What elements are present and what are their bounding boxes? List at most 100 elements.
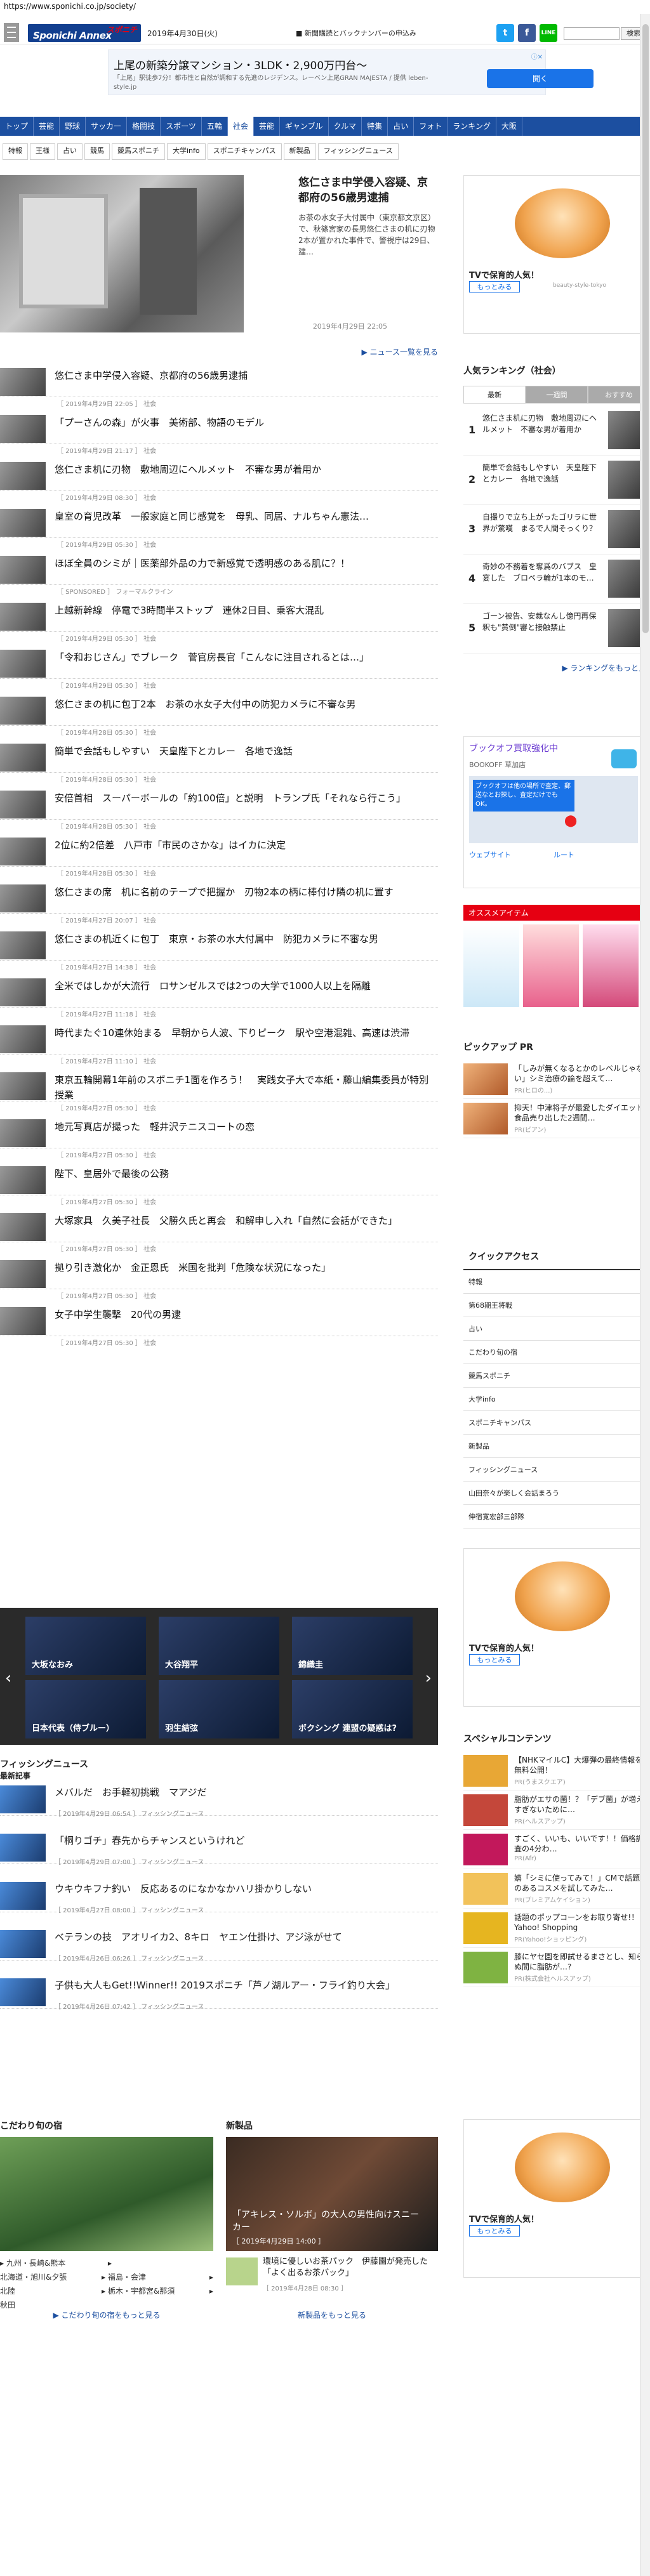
quick-access-item[interactable]: 占い — [463, 1317, 644, 1341]
quick-access-item[interactable]: 山田奈々が楽しく会話まろう — [463, 1482, 644, 1505]
news-item[interactable]: ほぼ全員のシミが｜医薬部外品の力で新感覚で透明感のある肌に？！ ［ SPONSOR… — [0, 556, 438, 596]
news-thumb[interactable] — [0, 1119, 46, 1147]
osusume-item[interactable] — [583, 924, 639, 1007]
fishing-item[interactable]: ベテランの技 アオリイカ2、8キロ ヤエン仕掛け、アジ泳がせて ［ 2019年4月… — [0, 1930, 438, 1962]
gnav-item[interactable]: フォト — [414, 117, 448, 136]
fishing-item[interactable]: 子供も大人もGet!!Winner!! 2019スポニチ「芦ノ湖ルアー・フライ釣… — [0, 1978, 438, 2011]
special-title[interactable]: 嬉「シミに使ってみて！」CMで話題のあるコスメを試してみた… — [514, 1873, 647, 1893]
news-thumb[interactable] — [0, 978, 46, 1006]
fishing-title[interactable]: ベテランの技 アオリイカ2、8キロ ヤエン仕掛け、アジ泳がせて — [55, 1930, 435, 1944]
special-item[interactable]: すごく、いいも、いいです！！価格調査の4分わ… PR(Afr) — [463, 1830, 644, 1869]
news-title[interactable]: 拠り引き激化か 金正恩氏 米国を批判「危険な状況になった」 — [55, 1260, 435, 1275]
news-item[interactable]: 悠仁さま中学侵入容疑、京都府の56歳男逮捕 ［ 2019年4月29日 22:05 … — [0, 368, 438, 408]
news-title[interactable]: 安倍首相 スーパーボールの「約100倍」と説明 トランプ氏「それなら行こう」 — [55, 791, 435, 806]
slider-card[interactable]: 錦織圭 — [292, 1617, 413, 1675]
news-title[interactable]: 悠仁さまの机に包丁2本 お茶の水女子大付中の防犯カメラに不審な男 — [55, 697, 435, 712]
subnav-item[interactable]: スポニチキャンパス — [207, 143, 282, 160]
ranking-title[interactable]: 自撮りで立ち上がったゴリラに世界が驚嘆 まるで人間そっくり？ — [482, 511, 603, 534]
pickup-thumb[interactable] — [463, 1103, 508, 1134]
ranking-title[interactable]: 悠仁さま机に刃物 敷地周辺にヘルメット 不審な男が着用か — [482, 412, 603, 435]
news-title[interactable]: 悠仁さまの机近くに包丁 東京・お茶の水大付属中 防犯カメラに不審な男 — [55, 931, 435, 947]
stay-link[interactable]: 北海道・旭川&夕張 — [0, 2270, 102, 2284]
newproduct-item[interactable]: 環境に優しいお茶パック 伊藤園が発売した「よく出るお茶パック」 — [263, 2256, 438, 2279]
gnav-item[interactable]: 占い — [388, 117, 415, 136]
special-thumb[interactable] — [463, 1794, 508, 1826]
stay-link[interactable]: 栃木・宇都宮&那須 — [108, 2284, 209, 2298]
ranking-item[interactable]: 2 簡単で会話もしやすい 天皇陛下とカレー 各地で逸話 — [463, 456, 650, 505]
news-thumb[interactable] — [0, 415, 46, 443]
news-title[interactable]: ほぼ全員のシミが｜医薬部外品の力で新感覚で透明感のある肌に？！ — [55, 556, 435, 571]
news-item[interactable]: 2位に約2倍差 八戸市「市民のさかな」はイカに決定 ［ 2019年4月28日 05… — [0, 838, 438, 877]
newproduct-thumb[interactable] — [226, 2257, 258, 2285]
special-thumb[interactable] — [463, 1755, 508, 1787]
top-ad-banner[interactable]: 上尾の新築分譲マンション・3LDK・2,900万円台～ 「上尾」駅徒歩7分！都市… — [108, 49, 594, 95]
news-thumb[interactable] — [0, 509, 46, 537]
news-list-link[interactable]: ▶ ニュース一覧を見る — [298, 346, 438, 357]
scrollbar-thumb[interactable] — [642, 24, 649, 633]
ranking-tab[interactable]: 一週間 — [526, 386, 588, 404]
osusume-item[interactable] — [523, 924, 579, 1007]
news-item[interactable]: 地元写真店が撮った 軽井沢テニスコートの恋 ［ 2019年4月27日 05:30 … — [0, 1119, 438, 1159]
fishing-title[interactable]: 「桐りゴチ」春先からチャンスというけれど — [55, 1834, 435, 1848]
ad-open-button[interactable]: 開く — [487, 69, 594, 88]
special-title[interactable]: すごく、いいも、いいです！！価格調査の4分わ… — [514, 1834, 647, 1854]
news-title[interactable]: 大塚家具 久美子社長 父勝久氏と再会 和解申し入れ「自然に会話ができた」 — [55, 1213, 435, 1228]
fishing-title[interactable]: メバルだ お手軽初挑戦 マアジだ — [55, 1785, 435, 1799]
side-ad-2[interactable]: TVで保育的人気！ もっとみる — [463, 1548, 644, 1707]
news-title[interactable]: 上越新幹線 停電で3時間半ストップ 連休2日目、乗客大混乱 — [55, 603, 435, 618]
fishing-thumb[interactable] — [0, 1930, 46, 1958]
news-item[interactable]: 悠仁さまの机に包丁2本 お茶の水女子大付中の防犯カメラに不審な男 ［ 2019年4… — [0, 697, 438, 737]
subnav-item[interactable]: 占い — [57, 143, 83, 160]
quick-access-item[interactable]: 新製品 — [463, 1435, 644, 1458]
ad-close-icon[interactable]: ⓘ✕ — [531, 51, 543, 61]
news-item[interactable]: 悠仁さま机に刃物 敷地周辺にヘルメット 不審な男が着用か ［ 2019年4月29日… — [0, 462, 438, 502]
news-thumb[interactable] — [0, 744, 46, 772]
side-ad-1[interactable]: TVで保育的人気！ もっとみる beauty-style-tokyo — [463, 175, 644, 334]
gnav-item[interactable]: ランキング — [448, 117, 496, 136]
news-thumb[interactable] — [0, 838, 46, 865]
news-item[interactable]: 拠り引き激化か 金正恩氏 米国を批判「危険な状況になった」 ［ 2019年4月27… — [0, 1260, 438, 1300]
stay-link[interactable]: 福島・会津 — [108, 2270, 209, 2284]
hero-title[interactable]: 悠仁さま中学侵入容疑、京都府の56歳男逮捕 — [298, 175, 438, 206]
news-item[interactable]: 陛下、皇居外で最後の公務 ［ 2019年4月27日 05:30 ］ 社会 — [0, 1166, 438, 1206]
news-item[interactable]: 悠仁さまの机近くに包丁 東京・お茶の水大付属中 防犯カメラに不審な男 ［ 2019… — [0, 931, 438, 971]
stay-link[interactable]: 北陸 — [0, 2284, 102, 2298]
pickup-thumb[interactable] — [463, 1063, 508, 1095]
ranking-item[interactable]: 1 悠仁さま机に刃物 敷地周辺にヘルメット 不審な男が着用か — [463, 406, 650, 456]
fishing-thumb[interactable] — [0, 1882, 46, 1910]
quick-access-item[interactable]: スポニチキャンパス — [463, 1411, 644, 1435]
slider-card[interactable]: ボクシング 連盟の疑惑は? — [292, 1680, 413, 1738]
line-icon[interactable]: LINE — [540, 24, 557, 42]
pickup-title[interactable]: 「しみが無くなるとかのレベルじゃない」シミ治療の論を超えて… — [514, 1063, 647, 1084]
news-title[interactable]: 時代またぐ10連休始まる 早朝から人波、下りピーク 駅や空港混雑、高速は渋滞 — [55, 1025, 435, 1041]
subnav-item[interactable]: 特報 — [3, 143, 28, 160]
side-ad-button[interactable]: もっとみる — [469, 1654, 520, 1666]
quick-access-item[interactable]: 伸宿寛宏部三部隊 — [463, 1505, 644, 1528]
fishing-item[interactable]: 「桐りゴチ」春先からチャンスというけれど ［ 2019年4月29日 07:00 ］… — [0, 1834, 438, 1866]
slider-card[interactable]: 羽生結弦 — [159, 1680, 279, 1738]
fishing-thumb[interactable] — [0, 1834, 46, 1862]
news-thumb[interactable] — [0, 1166, 46, 1194]
gnav-item[interactable]: 芸能 — [34, 117, 60, 136]
news-title[interactable]: 皇室の育児改革 一般家庭と同じ感覚を 母乳、同居、ナルちゃん憲法… — [55, 509, 435, 524]
gnav-item[interactable]: 格闘技 — [127, 117, 161, 136]
fishing-thumb[interactable] — [0, 1978, 46, 2006]
news-item[interactable]: 女子中学生襲撃 20代の男逮 ［ 2019年4月27日 05:30 ］ 社会 — [0, 1307, 438, 1347]
fishing-title[interactable]: 子供も大人もGet!!Winner!! 2019スポニチ「芦ノ湖ルアー・フライ釣… — [55, 1978, 435, 1992]
subnav-item[interactable]: 王様 — [30, 143, 55, 160]
special-item[interactable]: 話題のポップコーンをお取り寄せ!！Yahoo! Shopping PR(Yahoo… — [463, 1909, 644, 1948]
ranking-item[interactable]: 4 奇妙の不務着を奪爲のバブス 皇宴した ブロベラ輪が1本のモ… — [463, 555, 650, 604]
subnav-item[interactable]: 新製品 — [283, 143, 316, 160]
ranking-title[interactable]: ゴーン被告、安裁なんし億円再保釈も"黄倒"審と接触禁止 — [482, 610, 603, 633]
news-item[interactable]: 大塚家具 久美子社長 父勝久氏と再会 和解申し入れ「自然に会話ができた」 ［ 20… — [0, 1213, 438, 1253]
news-thumb[interactable] — [0, 931, 46, 959]
gnav-item[interactable]: 野球 — [60, 117, 86, 136]
fishing-item[interactable]: ウキウキフナ釣い 反応あるのになかなかハリ掛かりしない ［ 2019年4月27日 … — [0, 1882, 438, 1914]
pickup-title[interactable]: 抑天！中津将子が最愛したダイエット食品売り出した2週間… — [514, 1103, 647, 1123]
special-item[interactable]: 膝にヤセ園を即試せるまさとし、知らぬ間に脂肪が…? PR(株式会社ヘルスアップ) — [463, 1948, 644, 1987]
news-item[interactable]: 皇室の育児改革 一般家庭と同じ感覚を 母乳、同居、ナルちゃん憲法… ［ 2019年… — [0, 509, 438, 549]
special-item[interactable]: 嬉「シミに使ってみて！」CMで話題のあるコスメを試してみた… PR(プレミアムケイ… — [463, 1869, 644, 1909]
news-thumb[interactable] — [0, 1072, 46, 1100]
slider-card[interactable]: 日本代表（侍ブルー） — [25, 1680, 146, 1738]
gnav-item[interactable]: 五輪 — [202, 117, 228, 136]
